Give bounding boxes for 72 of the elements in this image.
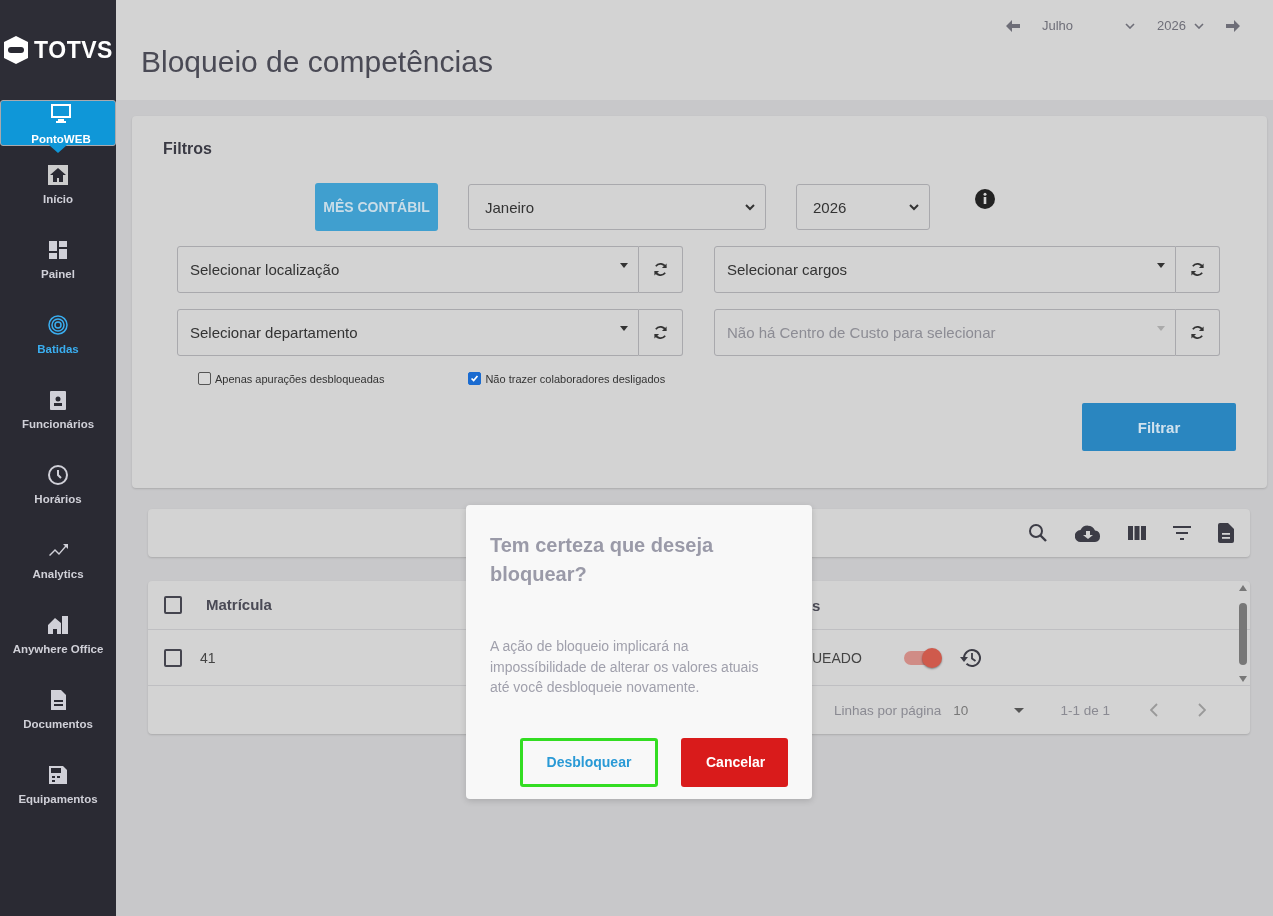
month-select[interactable]: Janeiro — [468, 184, 766, 230]
fingerprint-icon — [46, 312, 70, 337]
rows-per-page-label: Linhas por página — [834, 702, 942, 718]
dropdown-field[interactable]: Selecionar departamento — [177, 309, 639, 356]
arrow-left-icon[interactable] — [1006, 19, 1020, 32]
scroll-down-icon[interactable] — [1239, 676, 1247, 682]
arrow-right-icon[interactable] — [1226, 19, 1240, 32]
nav-item[interactable]: Funcionários — [0, 371, 116, 446]
refresh-button[interactable] — [1176, 246, 1220, 293]
refresh-icon — [653, 325, 668, 340]
filters-title: Filtros — [163, 140, 213, 158]
history-icon[interactable] — [959, 647, 982, 668]
dialog-message: A ação de bloqueio implicará na impossíbilidade de alterar os valores atuais até você desbloqueie novamente. — [490, 637, 760, 697]
cloud-download-icon[interactable] — [1075, 524, 1101, 542]
nav-item[interactable]: Documentos — [0, 671, 116, 746]
pointer-icon — [49, 145, 67, 153]
dialog-title: Tem certeza que deseja bloquear? — [490, 533, 715, 587]
column-header: s — [812, 596, 821, 614]
nav-item[interactable]: Horários — [0, 446, 116, 521]
chevron-left-icon[interactable] — [1149, 703, 1158, 717]
nav-item[interactable]: Equipamentos — [0, 746, 116, 821]
chevron-down-icon — [1125, 22, 1136, 29]
toggle-switch[interactable] — [903, 650, 940, 665]
checkbox[interactable] — [164, 648, 182, 667]
document-icon[interactable] — [1218, 523, 1234, 543]
year-select[interactable]: 2026 — [796, 184, 930, 230]
nav-item[interactable]: Painel — [0, 221, 116, 296]
chevron-down-icon — [1194, 22, 1204, 29]
chevron-down-icon — [745, 203, 755, 211]
caret-icon — [1014, 707, 1025, 713]
refresh-button[interactable] — [639, 309, 683, 356]
logo-text: TOTVS — [34, 36, 113, 64]
caret-icon — [620, 263, 628, 268]
monitor-icon — [49, 101, 73, 125]
clock-icon — [46, 462, 70, 487]
columns-icon[interactable] — [1128, 526, 1146, 540]
checkbox[interactable] — [198, 372, 211, 385]
year-select[interactable]: 2026 — [1157, 18, 1204, 33]
refresh-icon — [653, 262, 668, 277]
nav-item[interactable]: Início — [0, 146, 116, 221]
checkbox-label: Apenas apurações desbloqueadas — [215, 372, 385, 385]
cancel-button[interactable]: Cancelar — [681, 737, 788, 787]
info-icon[interactable] — [975, 189, 995, 209]
table-cell: 41 — [200, 649, 216, 666]
logo-icon — [3, 35, 30, 65]
scrollbar[interactable] — [1238, 585, 1248, 682]
table-cell: UEADO — [812, 649, 862, 666]
checkbox[interactable] — [164, 596, 182, 614]
filter-icon[interactable] — [1173, 526, 1191, 540]
dropdown-field[interactable]: Selecionar localização — [177, 246, 639, 293]
checkbox[interactable] — [468, 372, 482, 385]
scroll-up-icon[interactable] — [1239, 585, 1247, 591]
nav-item[interactable]: Anywhere Office — [0, 596, 116, 671]
column-header: Matrícula — [206, 596, 272, 613]
page-title: Bloqueio de competências — [141, 45, 494, 79]
month-select[interactable]: Julho — [1042, 18, 1136, 33]
nav-item[interactable]: Analytics — [0, 521, 116, 596]
refresh-icon — [1190, 262, 1205, 277]
refresh-button[interactable] — [1176, 309, 1220, 356]
checkbox-label: Não trazer colaboradores desligados — [485, 372, 666, 385]
chevron-right-icon[interactable] — [1197, 703, 1206, 717]
refresh-icon — [1190, 325, 1205, 340]
refresh-button[interactable] — [639, 246, 683, 293]
dropdown-field[interactable]: Selecionar cargos — [714, 246, 1176, 293]
home-icon — [46, 162, 70, 187]
search-icon[interactable] — [1028, 523, 1048, 543]
nav-item[interactable]: Batidas — [0, 296, 116, 371]
caret-icon — [1157, 326, 1165, 331]
caret-icon — [1157, 263, 1165, 268]
caret-icon — [620, 326, 628, 331]
chevron-down-icon — [909, 203, 919, 211]
page-range: 1-1 de 1 — [1060, 702, 1110, 718]
